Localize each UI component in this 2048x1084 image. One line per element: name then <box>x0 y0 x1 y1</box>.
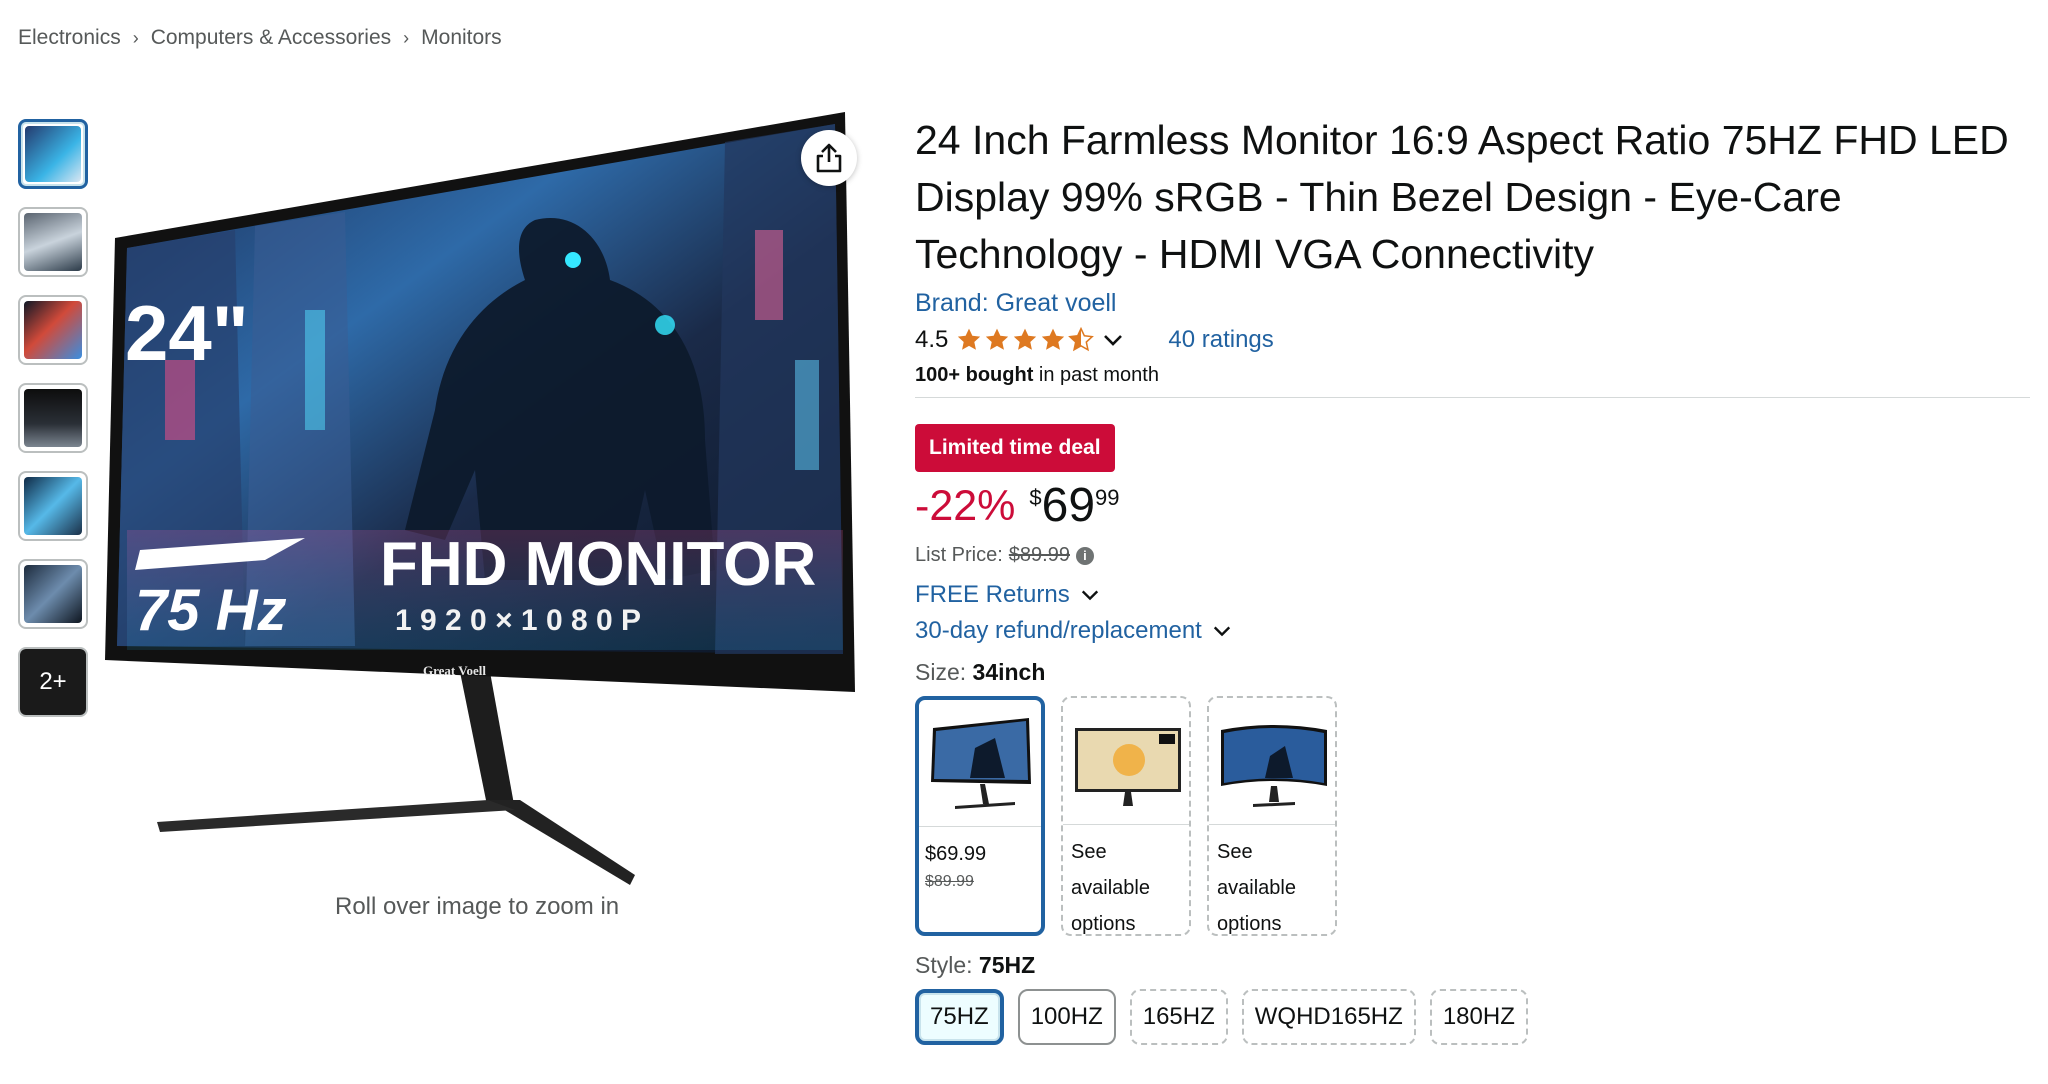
size-option-text: See available options <box>1217 841 1296 935</box>
size-option-old-price: $89.99 <box>925 873 974 890</box>
star-full-icon <box>1014 328 1037 350</box>
breadcrumb: Electronics › Computers & Accessories › … <box>18 26 502 50</box>
thumbnail-2[interactable] <box>18 207 88 277</box>
bought-period: in past month <box>1033 364 1159 386</box>
star-half-icon <box>1068 327 1095 352</box>
resolution-text: 1 9 2 0 × 1 0 8 0 P <box>395 604 641 637</box>
limited-deal-badge: Limited time deal <box>915 424 1115 472</box>
list-price-label: List Price: <box>915 544 1003 566</box>
size-options: $69.99 $89.99 See available options See … <box>915 696 2030 936</box>
breadcrumb-monitors[interactable]: Monitors <box>421 26 502 50</box>
monitor-illustration: 24" 75 Hz FHD MONITOR 1 9 2 0 × 1 0 8 0 … <box>105 112 855 885</box>
breadcrumb-separator-icon: › <box>403 27 410 48</box>
free-returns-link[interactable]: FREE Returns <box>915 581 2030 609</box>
style-option-wqhd165hz[interactable]: WQHD165HZ <box>1241 989 1416 1045</box>
style-selected-value: 75HZ <box>978 952 1036 978</box>
share-button[interactable] <box>801 130 857 186</box>
size-option-3[interactable]: See available options <box>1207 696 1337 936</box>
info-icon[interactable]: i <box>1075 546 1094 565</box>
product-details: 24 Inch Farmless Monitor 16:9 Aspect Rat… <box>915 112 2030 1045</box>
star-full-icon <box>958 328 981 350</box>
free-returns-label: FREE Returns <box>915 581 1070 608</box>
discount-percent: -22% <box>915 482 1016 530</box>
star-full-icon <box>1042 328 1065 350</box>
refund-label: 30-day refund/replacement <box>915 617 1202 644</box>
divider <box>915 397 2030 398</box>
chevron-down-icon <box>1081 590 1098 601</box>
size-option-text: See available options <box>1071 841 1150 935</box>
rating-value: 4.5 <box>915 326 949 353</box>
style-option-100hz[interactable]: 100HZ <box>1017 989 1116 1045</box>
thumbnail-1[interactable] <box>18 119 88 189</box>
size-option-image <box>1075 728 1181 806</box>
thumbnail-3[interactable] <box>18 295 88 365</box>
size-option-image <box>931 718 1031 809</box>
price-row: -22% $ 69 99 <box>915 482 2030 531</box>
thumbnail-strip: 2+ <box>18 119 92 735</box>
size-option-2[interactable]: See available options <box>1061 696 1191 936</box>
price-fraction: 99 <box>1095 485 1120 510</box>
thumbnail-more[interactable]: 2+ <box>18 647 88 717</box>
bought-info: 100+ bought in past month <box>915 364 2030 387</box>
list-price-value: $89.99 <box>1008 544 1070 566</box>
size-label-text: Size: <box>915 659 973 685</box>
brand-link[interactable]: Brand: Great voell <box>915 289 1117 317</box>
style-option-75hz[interactable]: 75HZ <box>915 989 1004 1045</box>
size-label: Size: 34inch <box>915 659 2030 686</box>
bought-count: 100+ bought <box>915 364 1034 386</box>
price-symbol: $ <box>1029 485 1042 510</box>
thumbnail-6[interactable] <box>18 559 88 629</box>
size-option-price: $69.99 <box>925 843 987 865</box>
thumbnail-5[interactable] <box>18 471 88 541</box>
share-icon <box>816 143 842 173</box>
refresh-rate-text: 75 Hz <box>135 578 287 643</box>
price-whole: 69 <box>1041 479 1096 532</box>
ratings-link[interactable]: 40 ratings <box>1168 326 1273 354</box>
style-option-180hz[interactable]: 180HZ <box>1429 989 1528 1045</box>
chevron-down-icon <box>1213 626 1230 637</box>
list-price-row: List Price: $89.99 i <box>915 544 2030 567</box>
current-price: $ 69 99 <box>1029 482 1119 530</box>
size-selected-value: 34inch <box>972 659 1046 685</box>
refund-link[interactable]: 30-day refund/replacement <box>915 617 2030 645</box>
star-full-icon <box>986 328 1009 350</box>
size-option-1[interactable]: $69.99 $89.99 <box>915 696 1045 936</box>
bezel-brand-text: Great Voell <box>423 663 486 678</box>
size-option-image <box>1221 725 1327 807</box>
style-label: Style: 75HZ <box>915 952 2030 979</box>
thumbnail-4[interactable] <box>18 383 88 453</box>
fhd-monitor-headline: FHD MONITOR <box>380 530 816 599</box>
style-label-text: Style: <box>915 952 979 978</box>
breadcrumb-electronics[interactable]: Electronics <box>18 26 121 50</box>
style-option-165hz[interactable]: 165HZ <box>1129 989 1228 1045</box>
main-product-image[interactable]: 24" 75 Hz FHD MONITOR 1 9 2 0 × 1 0 8 0 … <box>105 110 865 890</box>
breadcrumb-separator-icon: › <box>132 27 139 48</box>
style-options: 75HZ 100HZ 165HZ WQHD165HZ 180HZ <box>915 989 2030 1045</box>
rating-row: 4.5 40 ratings <box>915 326 2030 354</box>
product-title: 24 Inch Farmless Monitor 16:9 Aspect Rat… <box>915 117 2009 277</box>
star-rating[interactable] <box>956 327 1095 353</box>
more-images-label: 2+ <box>20 649 86 715</box>
chevron-down-icon[interactable] <box>1102 329 1124 351</box>
zoom-hint: Roll over image to zoom in <box>335 893 620 920</box>
screen-size-text: 24" <box>125 289 249 377</box>
breadcrumb-computers-accessories[interactable]: Computers & Accessories <box>151 26 391 50</box>
